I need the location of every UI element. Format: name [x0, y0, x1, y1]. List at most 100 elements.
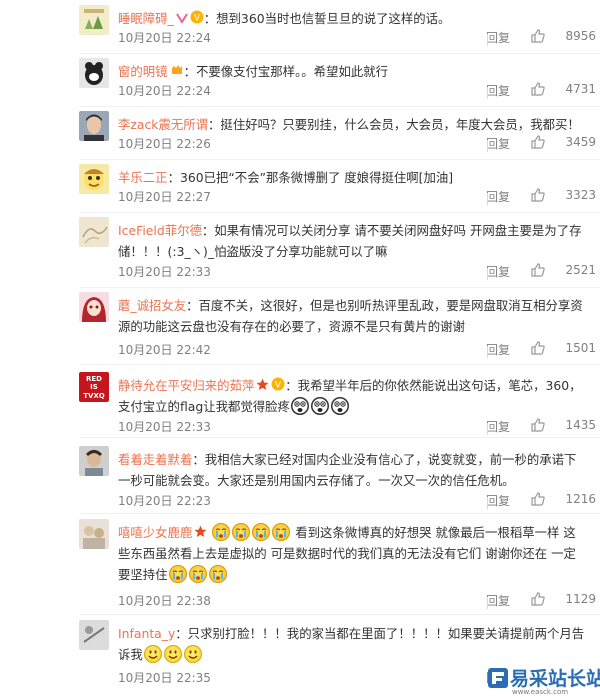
comment-time: 10月20日 22:33 — [118, 420, 211, 434]
username-link[interactable]: 窗的明镜 — [118, 64, 168, 79]
thumbs-up-icon — [531, 135, 545, 149]
reply-button[interactable]: 回复 — [486, 82, 510, 99]
footer-separator — [487, 140, 488, 152]
watermark-brand: 易采站长站 — [510, 668, 600, 690]
comment-text: ：不要像支付宝那样。。希望如此就行 — [183, 64, 389, 79]
avatar[interactable] — [79, 111, 109, 141]
reply-button[interactable]: 回复 — [486, 492, 510, 509]
divider — [80, 364, 600, 365]
reply-button[interactable]: 回复 — [486, 135, 510, 152]
avatar[interactable] — [79, 446, 109, 476]
username-link[interactable]: 蘑_诚招女友 — [118, 298, 186, 313]
vip-badge-icon — [170, 62, 184, 76]
thumbs-up-icon — [531, 418, 545, 432]
comment-time: 10月20日 22:42 — [118, 343, 211, 357]
avatar[interactable] — [79, 217, 109, 247]
smile-emoji-icon — [143, 645, 162, 663]
like-count: 1435 — [565, 418, 596, 432]
reply-button[interactable]: 回复 — [486, 29, 510, 46]
comment-time: 10月20日 22:27 — [118, 190, 211, 204]
comment-text: ：360已把“不会”那条微博删了 度娘得挺住啊[加油] — [167, 170, 454, 185]
avatar[interactable] — [79, 620, 109, 650]
footer-separator — [487, 193, 488, 205]
thumbs-up-icon — [531, 29, 545, 43]
comment-time: 10月20日 22:35 — [118, 671, 211, 685]
comment-footer: 10月20日 22:42 回复 1501 — [118, 337, 596, 359]
avatar[interactable] — [79, 519, 109, 549]
thumbs-up-icon — [531, 592, 545, 606]
divider — [80, 159, 600, 160]
comment-text: ：挺住好吗？只要别挂，什么会员，大会员，年度大会员，我都买！ — [208, 117, 580, 132]
comment-footer: 10月20日 22:38 回复 1129 — [118, 588, 596, 610]
username-link[interactable]: 羊乐二正 — [118, 170, 168, 185]
crying-emoji-icon — [272, 523, 291, 541]
divider — [80, 106, 600, 107]
like-count: 4731 — [565, 82, 596, 96]
shocked-emoji-icon — [330, 397, 349, 415]
thumbs-up-icon — [531, 263, 545, 277]
comment-footer: 10月20日 22:33 回复 1435 — [118, 414, 596, 436]
like-count: 1501 — [565, 341, 596, 355]
comment-footer: 10月20日 22:33 回复 2521 — [118, 259, 596, 281]
avatar[interactable] — [79, 58, 109, 88]
comment-footer: 10月20日 22:26 回复 3459 — [118, 131, 596, 153]
svg-text:TVXQ: TVXQ — [83, 392, 105, 400]
star-badge-icon — [194, 523, 207, 537]
reply-button[interactable]: 回复 — [486, 263, 510, 280]
comment-time: 10月20日 22:33 — [118, 265, 211, 279]
username-link[interactable]: 李zack震无所谓 — [118, 117, 208, 132]
divider — [80, 53, 600, 54]
username-link[interactable]: Infanta_y — [118, 626, 175, 641]
thumbs-up-icon — [531, 82, 545, 96]
comment-time: 10月20日 22:24 — [118, 31, 211, 45]
thumbs-up-icon — [531, 188, 545, 202]
username-link[interactable]: 睡眠障碍_ — [118, 11, 174, 26]
divider — [80, 513, 600, 514]
reply-button[interactable]: 回复 — [486, 592, 510, 609]
username-link[interactable]: 看着走着默着 — [118, 452, 192, 467]
divider — [80, 614, 600, 615]
comment-text: ：百度不关，这很好，但是也别听热评里乱政，要是网盘取消互相分享资源的功能这云盘也… — [118, 298, 583, 334]
like-count: 8956 — [565, 29, 596, 43]
comment-time: 10月20日 22:38 — [118, 594, 211, 608]
shocked-emoji-icon — [290, 397, 309, 415]
crying-emoji-icon — [252, 523, 271, 541]
smile-emoji-icon — [163, 645, 182, 663]
reply-button[interactable]: 回复 — [486, 188, 510, 205]
footer-separator — [487, 87, 488, 99]
divider — [80, 212, 600, 213]
username-link[interactable]: 嘻嘻少女鹿鹿 — [118, 525, 192, 540]
username-link[interactable]: IceField菲尔德 — [118, 223, 202, 238]
username-link[interactable]: 静待允在平安归来的茹萍 — [118, 378, 254, 393]
crown-badge-icon: V — [271, 376, 285, 391]
footer-separator — [487, 423, 488, 435]
avatar[interactable] — [79, 292, 109, 322]
crying-emoji-icon — [232, 523, 251, 541]
reply-button[interactable]: 回复 — [486, 341, 510, 358]
shocked-emoji-icon — [310, 397, 329, 415]
smile-emoji-icon — [183, 645, 202, 663]
avatar[interactable]: RED IS TVXQ — [79, 372, 109, 402]
crown-badge-icon: V — [190, 9, 204, 24]
avatar[interactable] — [79, 5, 109, 35]
footer-separator — [487, 597, 488, 609]
svg-text:V: V — [194, 14, 201, 24]
footer-separator — [487, 346, 488, 358]
svg-text:V: V — [275, 381, 282, 391]
reply-button[interactable]: 回复 — [486, 418, 510, 435]
comment-footer: 10月20日 22:23 回复 1216 — [118, 488, 596, 510]
svg-text:IS: IS — [90, 383, 98, 391]
star-badge-icon — [256, 376, 269, 390]
like-count: 3323 — [565, 188, 596, 202]
crying-emoji-icon — [212, 523, 231, 541]
comment-time: 10月20日 22:24 — [118, 84, 211, 98]
svg-text:RED: RED — [86, 375, 102, 383]
comment-footer: 10月20日 22:27 回复 3323 — [118, 184, 596, 206]
vip-badge-icon — [175, 9, 188, 24]
site-logo-icon — [488, 668, 508, 688]
site-watermark: 易采站长站 www.easck.com — [488, 662, 600, 698]
thumbs-up-icon — [531, 492, 545, 506]
like-count: 2521 — [565, 263, 596, 277]
comment-text: ：想到360当时也信誓旦旦的说了这样的话。 — [203, 11, 451, 26]
avatar[interactable] — [79, 164, 109, 194]
